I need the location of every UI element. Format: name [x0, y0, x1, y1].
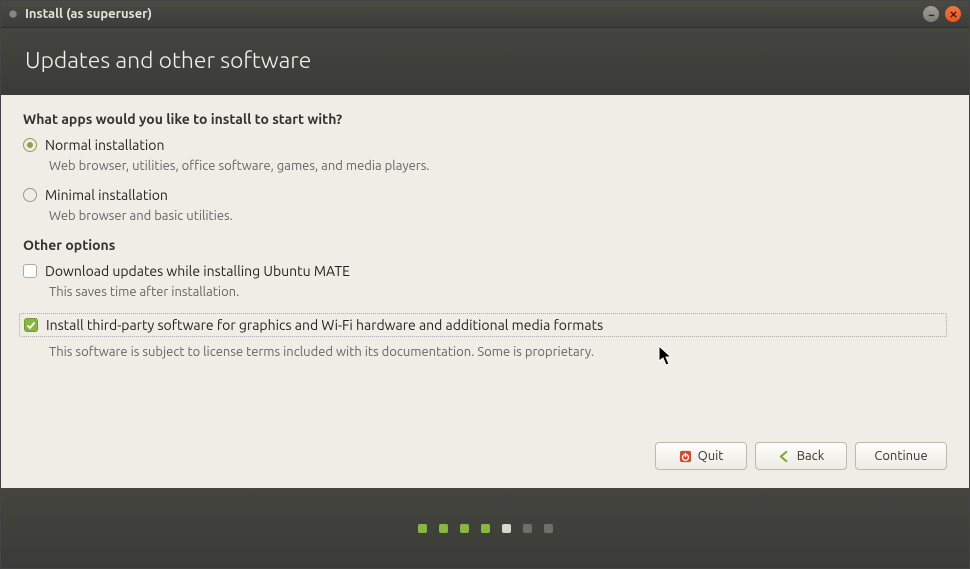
focused-option-outline: Install third-party software for graphic… [19, 313, 947, 337]
radio-minimal-install[interactable]: Minimal installation [23, 187, 947, 203]
content-area: What apps would you like to install to s… [1, 95, 969, 442]
radio-label: Normal installation [45, 137, 164, 153]
radio-minimal-desc: Web browser and basic utilities. [49, 209, 947, 223]
back-arrow-icon [778, 450, 791, 463]
apps-question: What apps would you like to install to s… [23, 111, 947, 127]
continue-button[interactable]: Continue [855, 442, 947, 470]
button-label: Quit [698, 449, 724, 463]
progress-dot-current [502, 524, 511, 533]
radio-normal-install[interactable]: Normal installation [23, 137, 947, 153]
progress-dot [460, 524, 469, 533]
radio-normal-desc: Web browser, utilities, office software,… [49, 159, 947, 173]
button-label: Back [797, 449, 825, 463]
other-options-heading: Other options [23, 237, 947, 253]
quit-button[interactable]: Quit [655, 442, 747, 470]
close-icon [949, 10, 958, 19]
window-controls [923, 6, 961, 22]
radio-label: Minimal installation [45, 187, 168, 203]
titlebar[interactable]: Install (as superuser) [1, 1, 969, 28]
progress-dot [544, 524, 553, 533]
close-button[interactable] [945, 6, 961, 22]
installer-window: Install (as superuser) Updates and other… [0, 0, 970, 569]
minimize-button[interactable] [923, 6, 939, 22]
progress-dot [418, 524, 427, 533]
progress-dot [523, 524, 532, 533]
button-label: Continue [874, 449, 927, 463]
checkbox-third-party[interactable]: Install third-party software for graphic… [24, 317, 942, 333]
checkbox-third-party-desc: This software is subject to license term… [49, 345, 947, 359]
checkbox-icon [24, 318, 38, 332]
window-title: Install (as superuser) [25, 7, 923, 21]
progress-footer [1, 488, 969, 568]
page-header: Updates and other software [1, 28, 969, 95]
back-button[interactable]: Back [755, 442, 847, 470]
checkbox-label: Download updates while installing Ubuntu… [45, 263, 350, 279]
checkbox-download-updates[interactable]: Download updates while installing Ubuntu… [23, 263, 947, 279]
page-title: Updates and other software [25, 48, 311, 73]
power-icon [679, 450, 692, 463]
radio-icon [23, 138, 37, 152]
checkbox-icon [23, 264, 37, 278]
app-icon [9, 10, 17, 18]
button-row: Quit Back Continue [1, 442, 969, 488]
checkbox-label: Install third-party software for graphic… [46, 317, 603, 333]
progress-dot [481, 524, 490, 533]
radio-icon [23, 188, 37, 202]
checkbox-download-desc: This saves time after installation. [49, 285, 947, 299]
progress-dot [439, 524, 448, 533]
minimize-icon [927, 10, 936, 19]
check-icon [26, 320, 36, 330]
